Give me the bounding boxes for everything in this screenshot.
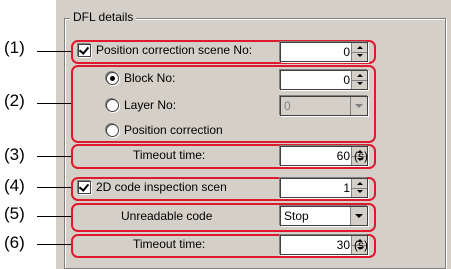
annotation-5: (5) <box>4 204 25 223</box>
timeout-label-1: Timeout time: <box>133 148 206 162</box>
combo-value: Stop <box>284 209 309 223</box>
group-title: DFL details <box>70 10 137 24</box>
spinner-value: 30 <box>336 238 350 252</box>
layer-no-label: Layer No: <box>124 98 177 112</box>
code2d-label: 2D code inspection scen <box>96 180 227 194</box>
spinner-arrows <box>351 179 367 197</box>
annotation-6: (6) <box>4 233 25 252</box>
layer-no-combo: 0 <box>280 96 368 116</box>
spinner-value: 0 <box>343 73 350 87</box>
leader-line-4 <box>37 187 71 188</box>
position-correction-option-label: Position correction <box>124 123 223 137</box>
timeout-unit-1: (s) <box>354 149 368 163</box>
spin-down-icon[interactable] <box>352 188 367 197</box>
leader-line-1 <box>37 51 71 52</box>
block-no-radio[interactable] <box>106 72 119 85</box>
combo-value: 0 <box>284 99 291 113</box>
spinner-value: 60 <box>336 149 350 163</box>
block-no-spinner[interactable]: 0 <box>280 70 368 90</box>
leader-line-5 <box>37 216 71 217</box>
position-correction-checkbox[interactable] <box>78 44 91 57</box>
spin-down-icon[interactable] <box>352 80 367 89</box>
position-correction-radio[interactable] <box>106 124 119 137</box>
timeout-label-2: Timeout time: <box>133 237 206 251</box>
leader-line-3 <box>37 156 71 157</box>
annotation-3: (3) <box>4 145 25 164</box>
position-correction-scene-spinner[interactable]: 0 <box>280 42 368 62</box>
spin-down-icon[interactable] <box>352 52 367 61</box>
spinner-arrows <box>351 43 367 61</box>
dropdown-arrow-icon[interactable] <box>350 207 367 225</box>
unreadable-code-label: Unreadable code <box>121 209 213 223</box>
position-correction-label: Position correction scene No: <box>96 43 253 57</box>
spinner-arrows <box>351 71 367 89</box>
layer-no-radio[interactable] <box>106 99 119 112</box>
spinner-value: 1 <box>343 181 350 195</box>
unreadable-code-combo[interactable]: Stop <box>280 206 368 226</box>
code2d-scene-spinner[interactable]: 1 <box>280 178 368 198</box>
dropdown-arrow-icon <box>350 97 367 115</box>
annotation-4: (4) <box>4 176 25 195</box>
spinner-value: 0 <box>343 45 350 59</box>
leader-line-2 <box>37 103 71 104</box>
leader-line-6 <box>37 244 71 245</box>
timeout-unit-2: (s) <box>354 238 368 252</box>
block-no-label: Block No: <box>124 71 176 85</box>
annotation-1: (1) <box>4 38 25 57</box>
code2d-checkbox[interactable] <box>78 181 91 194</box>
annotation-2: (2) <box>4 91 25 110</box>
